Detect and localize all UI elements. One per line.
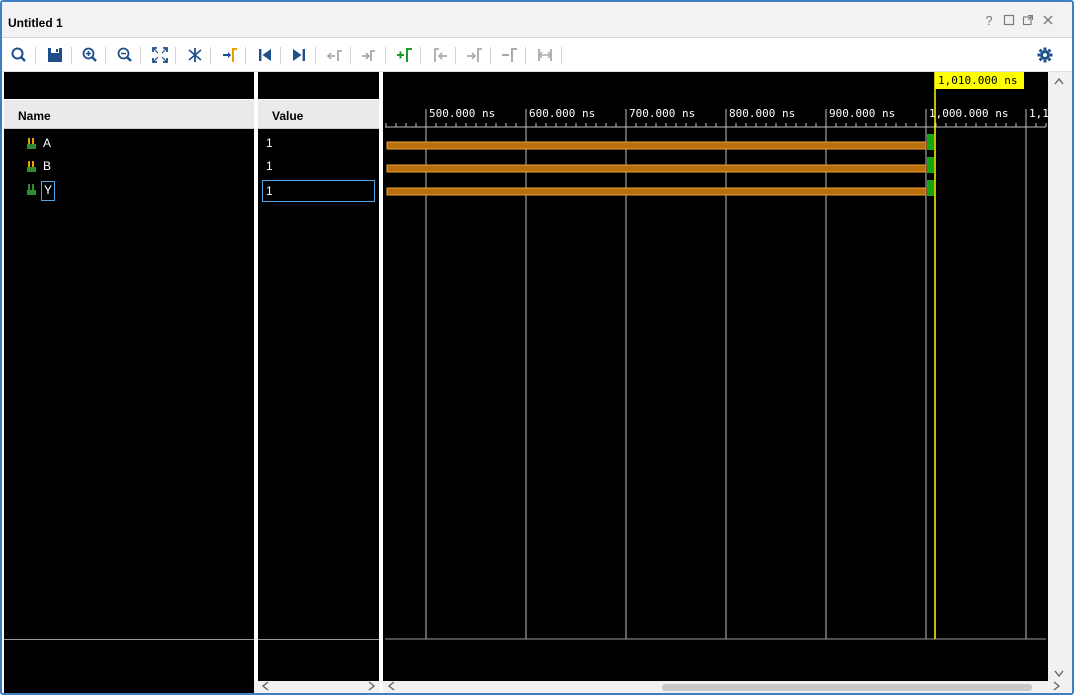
value-row-b[interactable]: 1: [258, 156, 379, 178]
tick-label: 1,000.000 ns: [929, 107, 1008, 120]
signal-name: A: [43, 136, 52, 150]
previous-marker-icon[interactable]: [430, 45, 450, 65]
signal-icon: [27, 161, 36, 172]
panel-divider: [4, 639, 254, 640]
float-icon[interactable]: [1021, 14, 1035, 28]
search-icon[interactable]: [9, 45, 29, 65]
snap-to-transition-icon[interactable]: [220, 45, 240, 65]
signal-value: 1: [262, 180, 375, 202]
next-marker-icon[interactable]: [465, 45, 485, 65]
signal-icon: [27, 138, 36, 149]
waveform-svg: 500.000 ns 600.000 ns 700.000 ns 800.000…: [385, 72, 1048, 640]
vertical-scrollbar[interactable]: [1048, 72, 1072, 681]
tick-label: 1,1: [1029, 107, 1048, 120]
title-bar: Untitled 1 ?: [2, 2, 1072, 38]
signal-name: Y: [41, 181, 56, 201]
bus-segment: [386, 187, 927, 196]
signal-names-panel: Name A B Y: [4, 72, 254, 693]
waveform-b: [386, 157, 934, 173]
panel-divider: [258, 639, 379, 640]
signal-value: 1: [266, 159, 273, 173]
swap-cursor-icon[interactable]: [185, 45, 205, 65]
signal-values-panel: Value 1 1 1: [258, 72, 379, 693]
transition-marker: [927, 134, 934, 150]
waveform-window: Untitled 1 ? Name A B Y Value 1 1 1 500.…: [0, 0, 1074, 695]
values-hscrollbar[interactable]: [254, 681, 380, 693]
close-icon[interactable]: [1041, 14, 1055, 28]
transition-marker: [927, 157, 934, 173]
restore-icon[interactable]: [1002, 14, 1016, 28]
save-icon[interactable]: [45, 45, 65, 65]
go-to-end-icon[interactable]: [289, 45, 309, 65]
signal-name: B: [43, 159, 52, 173]
tick-label: 800.000 ns: [729, 107, 795, 120]
next-transition-icon[interactable]: [360, 45, 380, 65]
signal-row-a[interactable]: A: [4, 133, 254, 155]
delete-marker-icon[interactable]: [500, 45, 520, 65]
scroll-left-icon[interactable]: [261, 681, 269, 693]
zoom-out-icon[interactable]: [115, 45, 135, 65]
scroll-up-icon[interactable]: [1054, 75, 1064, 87]
tick-label: 700.000 ns: [629, 107, 695, 120]
waveform-canvas[interactable]: 500.000 ns 600.000 ns 700.000 ns 800.000…: [383, 72, 1048, 681]
waveform-toolbar: [2, 38, 1072, 72]
signal-value: 1: [266, 136, 273, 150]
tick-label: 500.000 ns: [429, 107, 495, 120]
value-row-a[interactable]: 1: [258, 133, 379, 155]
bus-segment: [386, 141, 927, 150]
help-icon[interactable]: ?: [982, 14, 996, 28]
scroll-right-icon[interactable]: [368, 681, 376, 693]
scroll-left-icon[interactable]: [387, 681, 395, 693]
add-marker-icon[interactable]: [395, 45, 415, 65]
previous-transition-icon[interactable]: [325, 45, 345, 65]
zoom-fit-icon[interactable]: [150, 45, 170, 65]
value-row-y[interactable]: 1: [258, 179, 379, 202]
cursor-time-label: 1,010.000 ns: [938, 74, 1017, 87]
zoom-in-icon[interactable]: [80, 45, 100, 65]
go-to-start-icon[interactable]: [255, 45, 275, 65]
waveform-hscrollbar[interactable]: [383, 681, 1072, 693]
tick-label: 900.000 ns: [829, 107, 895, 120]
waveform-a: [386, 134, 934, 150]
window-title: Untitled 1: [8, 16, 63, 30]
scroll-right-icon[interactable]: [1053, 681, 1061, 693]
waveform-y: [386, 180, 934, 196]
scroll-thumb[interactable]: [662, 684, 1032, 691]
name-column-header[interactable]: Name: [4, 99, 254, 129]
transition-marker: [927, 180, 934, 196]
bus-segment: [386, 164, 927, 173]
gear-icon[interactable]: [1035, 45, 1055, 65]
signal-row-y[interactable]: Y: [4, 179, 254, 201]
value-column-header[interactable]: Value: [258, 99, 379, 129]
marker-span-icon[interactable]: [535, 45, 555, 65]
signal-row-b[interactable]: B: [4, 156, 254, 178]
signal-icon: [27, 184, 36, 195]
scroll-down-icon[interactable]: [1054, 668, 1064, 680]
tick-label: 600.000 ns: [529, 107, 595, 120]
